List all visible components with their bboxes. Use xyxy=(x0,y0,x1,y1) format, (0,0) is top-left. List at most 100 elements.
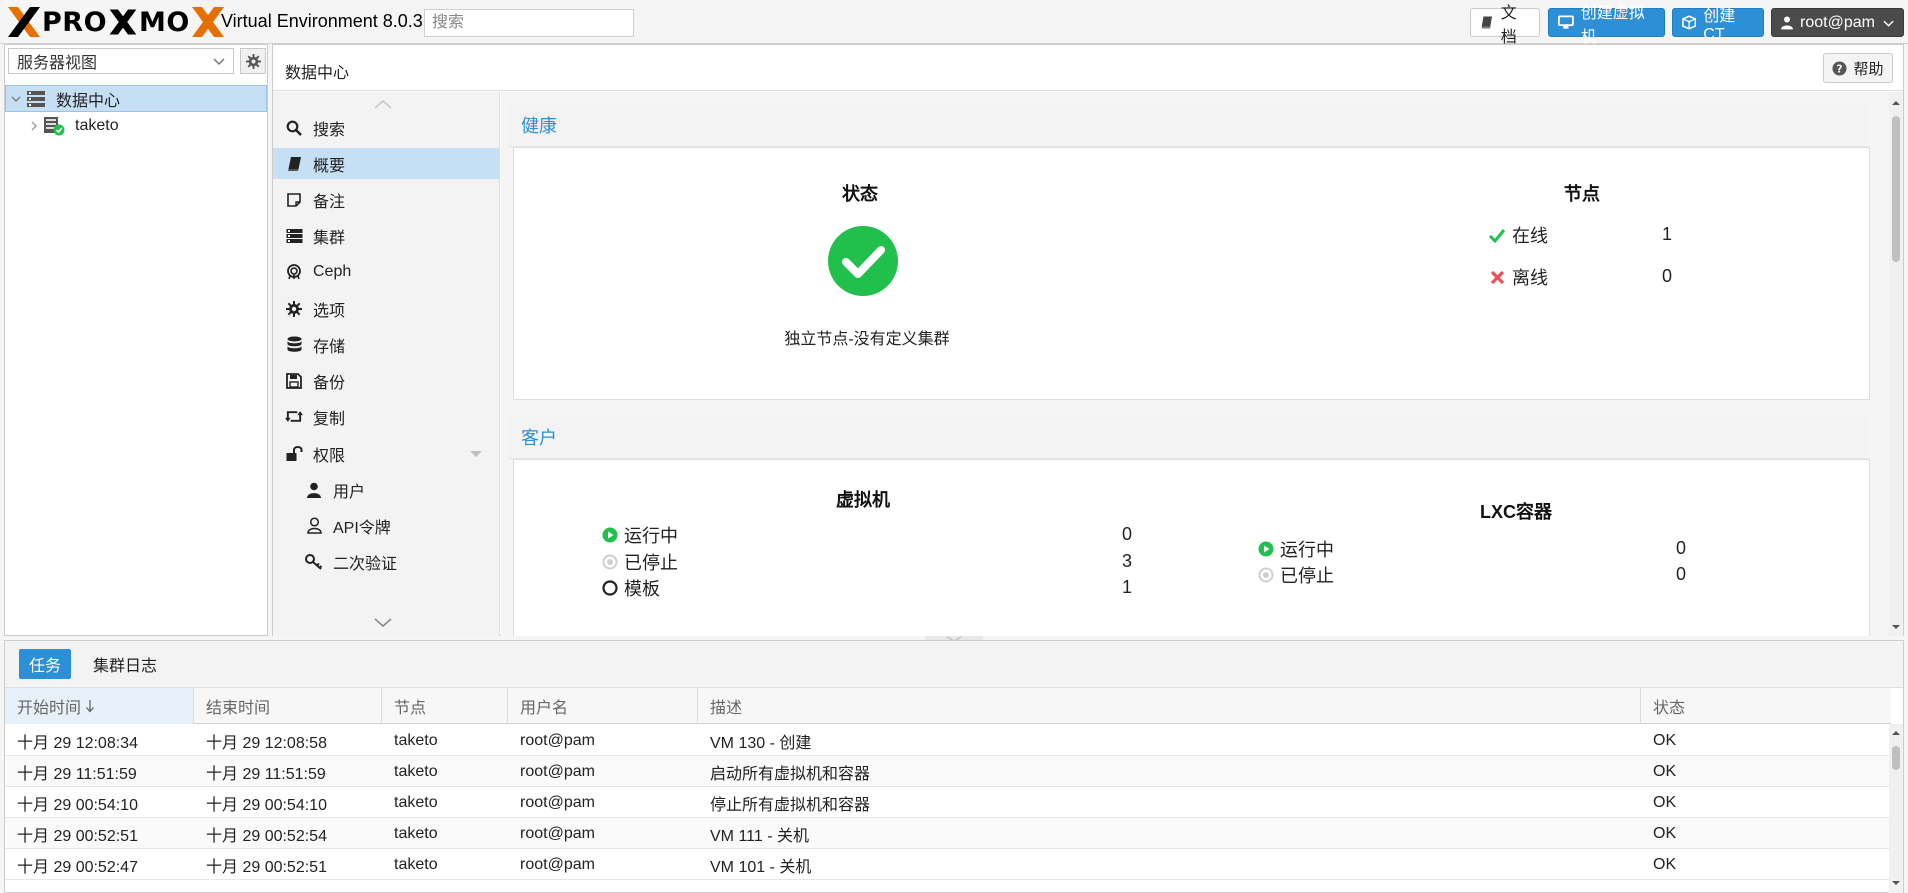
caret-down-icon xyxy=(1892,881,1900,885)
check-circle-icon xyxy=(828,226,898,296)
cell-start-time: 十月 29 00:52:47 xyxy=(17,858,138,876)
save-icon xyxy=(285,372,303,390)
chevron-down-icon xyxy=(11,96,21,102)
template-circle-icon xyxy=(602,580,618,596)
note-icon xyxy=(285,191,303,209)
menu-item-users[interactable]: 用户 xyxy=(273,474,499,505)
cell-status: OK xyxy=(1653,855,1677,873)
menu-item-label: 集群 xyxy=(313,229,346,247)
view-selector[interactable]: 服务器视图 xyxy=(8,48,234,74)
menu-item-search[interactable]: 搜索 xyxy=(273,112,499,143)
tree-item-node[interactable]: taketo xyxy=(5,112,267,139)
play-circle-icon xyxy=(1258,541,1274,557)
help-button[interactable]: ? 帮助 xyxy=(1823,53,1893,83)
cell-node: taketo xyxy=(394,731,438,749)
help-label: 帮助 xyxy=(1853,60,1884,78)
scrollbar-thumb[interactable] xyxy=(1892,116,1900,262)
tab-cluster-log[interactable]: 集群日志 xyxy=(83,649,167,679)
node-online-icon xyxy=(44,116,65,135)
tab-tasks[interactable]: 任务 xyxy=(19,649,72,679)
cell-user: root@pam xyxy=(520,824,595,842)
datacenter-menu: 搜索 概要 备注 集群 Ceph 选项 存储 备份 复制 权限 用户 API令牌… xyxy=(273,92,500,636)
guests-section: 虚拟机 运行中 0 已停止 3 模板 1 LXC容器 运行中 0 已停止 0 xyxy=(513,459,1870,636)
vm-running: 运行中 xyxy=(602,522,678,548)
chevron-down-icon xyxy=(213,58,225,66)
menu-item-cluster[interactable]: 集群 xyxy=(273,220,499,251)
content-header: 数据中心 ? 帮助 xyxy=(273,45,1903,91)
scrollbar-thumb[interactable] xyxy=(1892,746,1900,770)
view-settings-button[interactable] xyxy=(240,48,266,74)
user-menu-button[interactable]: root@pam xyxy=(1771,8,1904,37)
search-icon xyxy=(285,119,303,137)
chevron-right-icon xyxy=(31,121,37,130)
menu-item-storage[interactable]: 存储 xyxy=(273,329,499,360)
column-header-start-time[interactable]: 开始时间 xyxy=(5,688,194,724)
summary-scrollbar[interactable] xyxy=(1889,92,1903,636)
table-row[interactable]: 十月 29 00:54:10 十月 29 00:54:10 taketo root@p… xyxy=(5,787,1891,818)
close-icon xyxy=(1490,270,1505,284)
caret-up-icon xyxy=(1892,731,1900,735)
view-selector-value: 服务器视图 xyxy=(17,55,98,72)
menu-item-label: 二次验证 xyxy=(333,555,398,573)
menu-item-permissions[interactable]: 权限 xyxy=(273,438,499,469)
create-vm-label: 创建虚拟机 xyxy=(1580,4,1645,46)
lxc-running-count: 0 xyxy=(1676,538,1687,558)
cell-end-time: 十月 29 00:54:10 xyxy=(206,796,327,814)
menu-item-backup[interactable]: 备份 xyxy=(273,365,499,396)
menu-item-ceph[interactable]: Ceph xyxy=(273,256,499,287)
table-row[interactable]: 十月 29 00:52:47 十月 29 00:52:51 taketo root@p… xyxy=(5,849,1891,880)
cell-description: 停止所有虚拟机和容器 xyxy=(710,796,871,814)
docs-button[interactable]: 文档 xyxy=(1470,5,1540,46)
menu-item-options[interactable]: 选项 xyxy=(273,293,499,324)
menu-item-replication[interactable]: 复制 xyxy=(273,401,499,432)
cell-user: root@pam xyxy=(520,731,595,749)
log-panel: 任务 集群日志 开始时间 结束时间 节点 用户名 描述 状态 十月 29 12:… xyxy=(4,640,1904,893)
menu-item-summary[interactable]: 概要 xyxy=(273,148,499,179)
cell-start-time: 十月 29 11:51:59 xyxy=(17,765,137,783)
column-header-description[interactable]: 描述 xyxy=(698,688,1641,724)
table-row[interactable]: 十月 29 11:51:59 十月 29 11:51:59 taketo root@p… xyxy=(5,756,1891,787)
gear-icon xyxy=(245,53,261,69)
stop-circle-icon xyxy=(602,554,618,570)
cube-icon xyxy=(1682,15,1697,30)
create-ct-button[interactable]: 创建CT xyxy=(1672,8,1764,43)
cell-user: root@pam xyxy=(520,762,595,780)
vm-template-label: 模板 xyxy=(624,579,660,599)
column-header-end-time[interactable]: 结束时间 xyxy=(194,688,382,724)
column-header-node[interactable]: 节点 xyxy=(382,688,508,724)
cell-node: taketo xyxy=(394,762,438,780)
log-scrollbar[interactable] xyxy=(1889,724,1903,893)
table-row[interactable]: 十月 29 12:08:34 十月 29 12:08:58 taketo root@p… xyxy=(5,725,1891,756)
column-header-user[interactable]: 用户名 xyxy=(508,688,698,724)
caret-down-icon xyxy=(1892,625,1900,629)
menu-item-label: 复制 xyxy=(313,410,346,428)
menu-item-label: 概要 xyxy=(313,157,346,175)
menu-item-api-tokens[interactable]: API令牌 xyxy=(273,510,499,541)
top-bar: PRO MO Virtual Environment 8.0.3 文档 创建虚拟… xyxy=(0,0,1908,46)
column-header-label: 用户名 xyxy=(520,700,569,717)
menu-item-two-factor[interactable]: 二次验证 xyxy=(273,546,499,577)
cell-end-time: 十月 29 00:52:51 xyxy=(206,858,327,876)
menu-item-notes[interactable]: 备注 xyxy=(273,184,499,215)
cell-end-time: 十月 29 00:52:54 xyxy=(206,827,327,845)
page-title: 数据中心 xyxy=(285,65,350,82)
user-icon xyxy=(305,481,323,499)
search-input[interactable] xyxy=(424,9,634,37)
cell-start-time: 十月 29 00:52:51 xyxy=(17,827,138,845)
column-header-label: 描述 xyxy=(710,700,743,717)
lxc-title: LXC容器 xyxy=(1480,502,1552,522)
database-icon xyxy=(285,336,303,354)
create-vm-button[interactable]: 创建虚拟机 xyxy=(1548,5,1665,46)
proxmox-logo[interactable]: PRO MO xyxy=(6,5,226,39)
menu-item-label: 搜索 xyxy=(313,121,346,139)
server-icon xyxy=(285,227,303,245)
nodes-offline-count: 0 xyxy=(1662,266,1673,286)
create-ct-label: 创建CT xyxy=(1703,7,1736,43)
cell-end-time: 十月 29 12:08:58 xyxy=(206,734,327,752)
chevron-up-icon[interactable] xyxy=(373,98,393,110)
table-row[interactable]: 十月 29 00:52:51 十月 29 00:52:54 taketo root@p… xyxy=(5,818,1891,849)
column-header-status[interactable]: 状态 xyxy=(1641,688,1891,724)
tree-item-datacenter[interactable]: 数据中心 xyxy=(5,85,267,112)
menu-item-label: 用户 xyxy=(333,483,366,501)
chevron-down-icon[interactable] xyxy=(373,617,393,629)
